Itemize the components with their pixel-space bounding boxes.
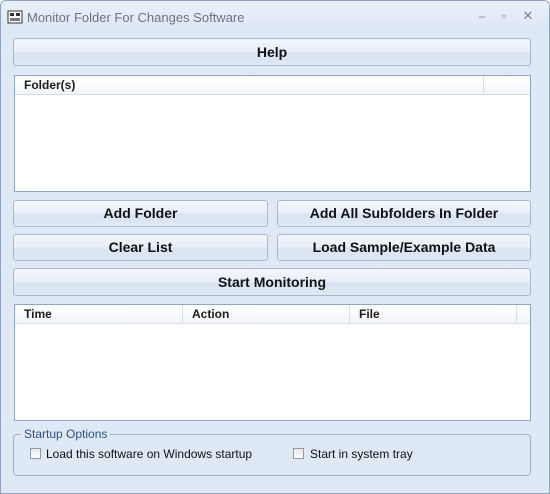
clear-list-button[interactable]: Clear List (13, 234, 268, 261)
add-all-subfolders-button[interactable]: Add All Subfolders In Folder (277, 200, 531, 227)
start-monitoring-button[interactable]: Start Monitoring (13, 268, 531, 296)
clear-list-button-label: Clear List (108, 239, 173, 255)
load-on-startup-checkbox[interactable] (30, 448, 41, 459)
load-on-startup-label[interactable]: Load this software on Windows startup (46, 447, 252, 461)
load-sample-data-button[interactable]: Load Sample/Example Data (277, 234, 531, 261)
app-window: Monitor Folder For Changes Software – ▫ … (0, 0, 550, 494)
events-list[interactable]: Time Action File (14, 304, 531, 421)
window-title: Monitor Folder For Changes Software (27, 10, 245, 25)
add-all-subfolders-button-label: Add All Subfolders In Folder (309, 205, 499, 221)
help-button[interactable]: Help (13, 38, 531, 66)
column-header-folders[interactable]: Folder(s) (15, 76, 484, 94)
minimize-icon[interactable]: – (474, 9, 490, 23)
load-sample-data-button-label: Load Sample/Example Data (312, 239, 496, 255)
maximize-icon[interactable]: ▫ (496, 9, 512, 23)
add-folder-button-label: Add Folder (103, 205, 178, 221)
help-button-label: Help (256, 44, 288, 60)
app-icon (7, 10, 23, 24)
column-header-file[interactable]: File (350, 305, 517, 323)
column-header-time[interactable]: Time (15, 305, 183, 323)
start-monitoring-button-label: Start Monitoring (217, 274, 327, 290)
start-in-tray-label[interactable]: Start in system tray (310, 447, 413, 461)
add-folder-button[interactable]: Add Folder (13, 200, 268, 227)
title-bar[interactable]: Monitor Folder For Changes Software – ▫ … (1, 1, 549, 33)
folders-list-header: Folder(s) (15, 76, 530, 95)
startup-options-label: Startup Options (21, 427, 111, 441)
folders-list[interactable]: Folder(s) (14, 75, 531, 192)
events-list-header: Time Action File (15, 305, 530, 324)
column-header-action[interactable]: Action (183, 305, 350, 323)
start-in-tray-checkbox[interactable] (293, 448, 304, 459)
close-icon[interactable]: ✕ (520, 9, 536, 23)
